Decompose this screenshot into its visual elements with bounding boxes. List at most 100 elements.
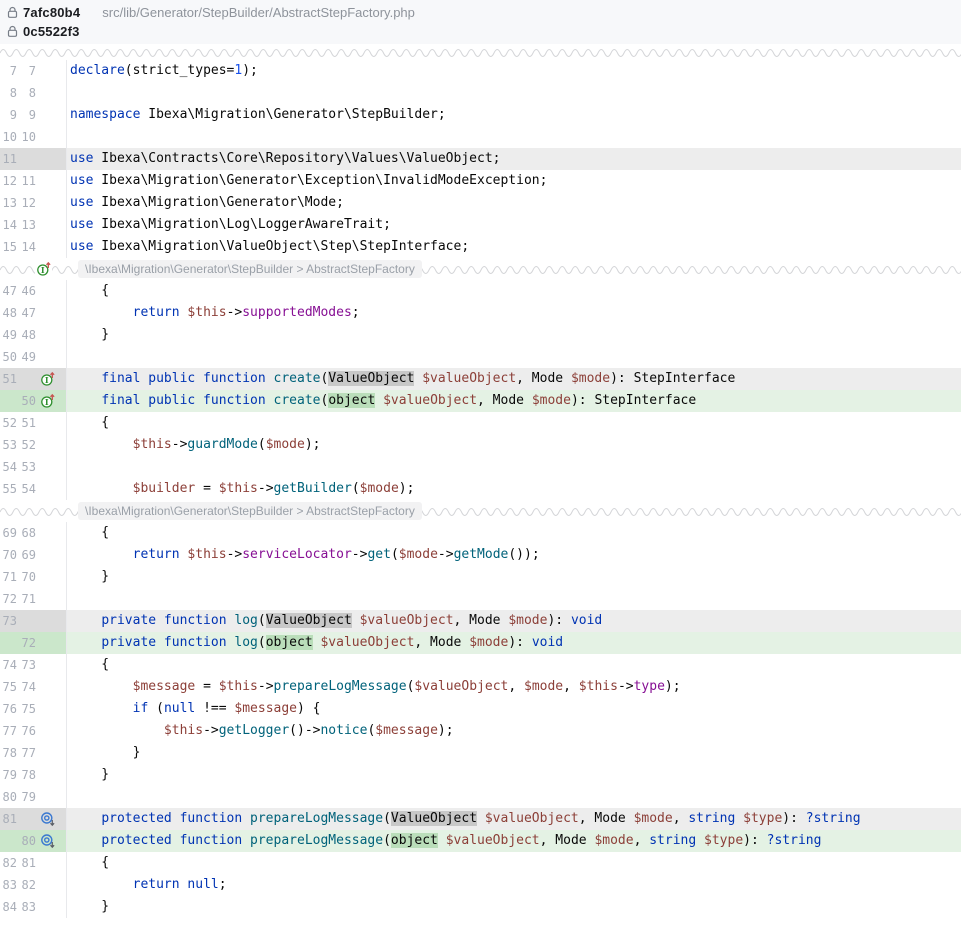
- line-number-new: 72: [19, 636, 36, 650]
- diff-line[interactable]: 5554 $builder = $this->getBuilder($mode)…: [0, 478, 961, 500]
- line-number-old: 82: [0, 856, 17, 870]
- line-number-old: 72: [0, 592, 17, 606]
- gutter: 1514: [0, 236, 66, 258]
- diff-line-removed[interactable]: 11 use Ibexa\Contracts\Core\Repository\Va…: [0, 148, 961, 170]
- line-number-new: 75: [19, 702, 36, 716]
- diff-line[interactable]: 5352 $this->guardMode($mode);: [0, 434, 961, 456]
- diff-line[interactable]: 5453: [0, 456, 961, 478]
- code-content: use Ibexa\Contracts\Core\Repository\Valu…: [66, 148, 961, 170]
- line-number-old: 8: [0, 86, 17, 100]
- diff-header: 7afc80b4 src/lib/Generator/StepBuilder/A…: [0, 0, 961, 44]
- gutter: 7574: [0, 676, 66, 698]
- diff-line[interactable]: 7271: [0, 588, 961, 610]
- method-overridden-icon[interactable]: [36, 833, 66, 849]
- code-content: private function log(ValueObject $valueO…: [66, 610, 961, 632]
- gutter: 7170: [0, 566, 66, 588]
- diff-top-separator: [0, 44, 961, 60]
- code-content: [66, 126, 961, 148]
- diff-line[interactable]: 7877 }: [0, 742, 961, 764]
- line-number-new: 49: [19, 350, 36, 364]
- diff-line[interactable]: 7776 $this->getLogger()->notice($message…: [0, 720, 961, 742]
- diff-line[interactable]: 7170 }: [0, 566, 961, 588]
- diff-line[interactable]: 4746 {: [0, 280, 961, 302]
- diff-line[interactable]: 8483 }: [0, 896, 961, 918]
- diff-line[interactable]: 77declare(strict_types=1);: [0, 60, 961, 82]
- commit-hash-old: 7afc80b4: [23, 5, 80, 20]
- code-content: return $this->supportedModes;: [66, 302, 961, 324]
- diff-line-added[interactable]: 80 protected function prepareLogMessage(…: [0, 830, 961, 852]
- code-content: {: [66, 280, 961, 302]
- diff-line[interactable]: 4847 return $this->supportedModes;: [0, 302, 961, 324]
- line-number-old: 11: [0, 152, 17, 166]
- line-number-new: 52: [19, 438, 36, 452]
- code-content: final public function create(ValueObject…: [66, 368, 961, 390]
- gutter: 77: [0, 60, 66, 82]
- diff-line[interactable]: 7675 if (null !== $message) {: [0, 698, 961, 720]
- diff-line-removed[interactable]: 51I final public function create(ValueOb…: [0, 368, 961, 390]
- breadcrumb-label[interactable]: \Ibexa\Migration\Generator\StepBuilder >…: [78, 502, 422, 520]
- breadcrumb-label[interactable]: \Ibexa\Migration\Generator\StepBuilder >…: [78, 260, 422, 278]
- line-number-old: 77: [0, 724, 17, 738]
- line-number-new: 74: [19, 680, 36, 694]
- implements-method-icon[interactable]: I: [36, 371, 66, 387]
- line-number-new: 80: [19, 834, 36, 848]
- diff-line[interactable]: 5049: [0, 346, 961, 368]
- implements-method-icon[interactable]: I: [36, 393, 66, 409]
- gutter: 7473: [0, 654, 66, 676]
- diff-line[interactable]: 7473 {: [0, 654, 961, 676]
- gutter: 4746: [0, 280, 66, 302]
- diff-line[interactable]: 1010: [0, 126, 961, 148]
- diff-line[interactable]: 8079: [0, 786, 961, 808]
- code-content: use Ibexa\Migration\Log\LoggerAwareTrait…: [66, 214, 961, 236]
- line-number-old: 54: [0, 460, 17, 474]
- revision-row-old: 7afc80b4 src/lib/Generator/StepBuilder/A…: [0, 3, 961, 22]
- revision-row-new: 0c5522f3: [0, 22, 961, 41]
- line-number-new: 78: [19, 768, 36, 782]
- line-number-old: 80: [0, 790, 17, 804]
- diff-line[interactable]: 1514use Ibexa\Migration\ValueObject\Step…: [0, 236, 961, 258]
- line-number-new: 70: [19, 570, 36, 584]
- diff-line[interactable]: 7069 return $this->serviceLocator->get($…: [0, 544, 961, 566]
- lock-icon: [6, 25, 19, 38]
- line-number-new: 12: [19, 196, 36, 210]
- file-path: src/lib/Generator/StepBuilder/AbstractSt…: [102, 5, 415, 20]
- diff-line[interactable]: 99namespace Ibexa\Migration\Generator\St…: [0, 104, 961, 126]
- diff-line-removed[interactable]: 81 protected function prepareLogMessage(…: [0, 808, 961, 830]
- method-overridden-icon[interactable]: [36, 811, 66, 827]
- line-number-new: 77: [19, 746, 36, 760]
- diff-line[interactable]: 1312use Ibexa\Migration\Generator\Mode;: [0, 192, 961, 214]
- line-number-old: 47: [0, 284, 17, 298]
- gutter: 8382: [0, 874, 66, 896]
- diff-line-added[interactable]: 50I final public function create(object …: [0, 390, 961, 412]
- diff-line[interactable]: 7574 $message = $this->prepareLogMessage…: [0, 676, 961, 698]
- gutter: 5554: [0, 478, 66, 500]
- code-content: $this->guardMode($mode);: [66, 434, 961, 456]
- diff-line[interactable]: 7978 }: [0, 764, 961, 786]
- line-number-new: 13: [19, 218, 36, 232]
- gutter: 4847: [0, 302, 66, 324]
- code-content: {: [66, 852, 961, 874]
- line-number-old: 83: [0, 878, 17, 892]
- line-number-new: 51: [19, 416, 36, 430]
- diff-line[interactable]: 1211use Ibexa\Migration\Generator\Except…: [0, 170, 961, 192]
- implements-method-icon[interactable]: I: [35, 261, 52, 277]
- line-number-old: 15: [0, 240, 17, 254]
- line-number-old: 74: [0, 658, 17, 672]
- commit-hash-new: 0c5522f3: [23, 24, 80, 39]
- diff-line[interactable]: 1413use Ibexa\Migration\Log\LoggerAwareT…: [0, 214, 961, 236]
- diff-line[interactable]: 6968 {: [0, 522, 961, 544]
- diff-line[interactable]: 88: [0, 82, 961, 104]
- gutter: 81: [0, 808, 66, 830]
- diff-line[interactable]: 4948 }: [0, 324, 961, 346]
- code-content: }: [66, 896, 961, 918]
- line-number-old: 7: [0, 64, 17, 78]
- lock-icon: [6, 6, 19, 19]
- code-content: use Ibexa\Migration\ValueObject\Step\Ste…: [66, 236, 961, 258]
- diff-line[interactable]: 8382 return null;: [0, 874, 961, 896]
- diff-editor[interactable]: 77declare(strict_types=1);8899namespace …: [0, 44, 961, 918]
- diff-line-added[interactable]: 72 private function log(object $valueObj…: [0, 632, 961, 654]
- collapsed-region-separator: I \Ibexa\Migration\Generator\StepBuilder …: [0, 258, 961, 280]
- diff-line-removed[interactable]: 73 private function log(ValueObject $val…: [0, 610, 961, 632]
- diff-line[interactable]: 5251 {: [0, 412, 961, 434]
- diff-line[interactable]: 8281 {: [0, 852, 961, 874]
